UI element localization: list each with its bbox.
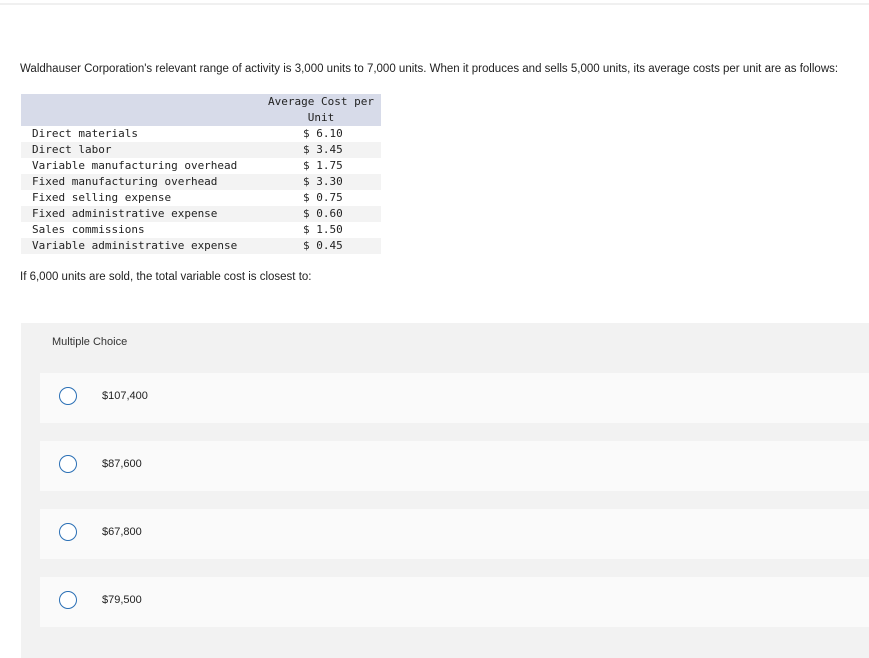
top-divider bbox=[0, 3, 869, 5]
row-item: Variable administrative expense bbox=[21, 238, 261, 254]
multiple-choice-panel: Multiple Choice $107,400 $87,600 $67,800… bbox=[21, 323, 869, 658]
header-cost-line1: Average Cost per bbox=[268, 95, 374, 108]
choice-label: $87,600 bbox=[102, 458, 142, 470]
row-cost: $ 0.45 bbox=[261, 238, 381, 254]
row-cost: $ 1.75 bbox=[303, 159, 343, 172]
choice-option-2[interactable]: $87,600 bbox=[40, 441, 869, 491]
table-row: Direct materials $ 6.10 bbox=[21, 126, 381, 142]
choice-label: $79,500 bbox=[102, 594, 142, 606]
row-item: Variable manufacturing overhead bbox=[32, 159, 238, 172]
header-average-cost: Average Cost per Unit bbox=[261, 94, 381, 126]
row-cost: $ 0.60 bbox=[261, 206, 381, 222]
table-row: Sales commissions $ 1.50 bbox=[21, 222, 381, 238]
question-prompt: If 6,000 units are sold, the total varia… bbox=[20, 271, 312, 283]
table-row: Variable manufacturing overhead $ 1.75 bbox=[21, 158, 381, 174]
table-row: Direct labor $ 3.45 bbox=[21, 142, 381, 158]
choice-option-3[interactable]: $67,800 bbox=[40, 509, 869, 559]
row-item: Direct materials bbox=[32, 127, 138, 140]
row-cost: $ 1.50 bbox=[303, 223, 343, 236]
table-row: Variable administrative expense $ 0.45 bbox=[21, 238, 381, 254]
row-item: Fixed administrative expense bbox=[21, 206, 261, 222]
row-cost: $ 3.45 bbox=[261, 142, 381, 158]
header-item bbox=[21, 94, 261, 126]
row-item: Fixed selling expense bbox=[32, 191, 172, 204]
row-cost: $ 0.75 bbox=[303, 191, 343, 204]
radio-button[interactable] bbox=[59, 523, 77, 541]
table-header-row: Average Cost per Unit bbox=[21, 94, 381, 126]
row-item: Sales commissions bbox=[32, 223, 145, 236]
row-cost: $ 6.10 bbox=[303, 127, 343, 140]
row-item: Direct labor bbox=[21, 142, 261, 158]
cost-table: Average Cost per Unit Direct materials $ … bbox=[21, 94, 381, 254]
multiple-choice-label: Multiple Choice bbox=[52, 336, 128, 348]
row-item: Fixed manufacturing overhead bbox=[21, 174, 261, 190]
question-text: Waldhauser Corporation's relevant range … bbox=[20, 63, 839, 75]
choice-option-1[interactable]: $107,400 bbox=[40, 373, 869, 423]
header-cost-line2: Unit bbox=[307, 111, 335, 124]
table-row: Fixed manufacturing overhead $ 3.30 bbox=[21, 174, 381, 190]
radio-button[interactable] bbox=[59, 455, 77, 473]
choice-option-4[interactable]: $79,500 bbox=[40, 577, 869, 627]
radio-button[interactable] bbox=[59, 387, 77, 405]
radio-button[interactable] bbox=[59, 591, 77, 609]
table-row: Fixed selling expense $ 0.75 bbox=[21, 190, 381, 206]
choice-label: $107,400 bbox=[102, 390, 148, 402]
choice-label: $67,800 bbox=[102, 526, 142, 538]
table-row: Fixed administrative expense $ 0.60 bbox=[21, 206, 381, 222]
row-cost: $ 3.30 bbox=[261, 174, 381, 190]
